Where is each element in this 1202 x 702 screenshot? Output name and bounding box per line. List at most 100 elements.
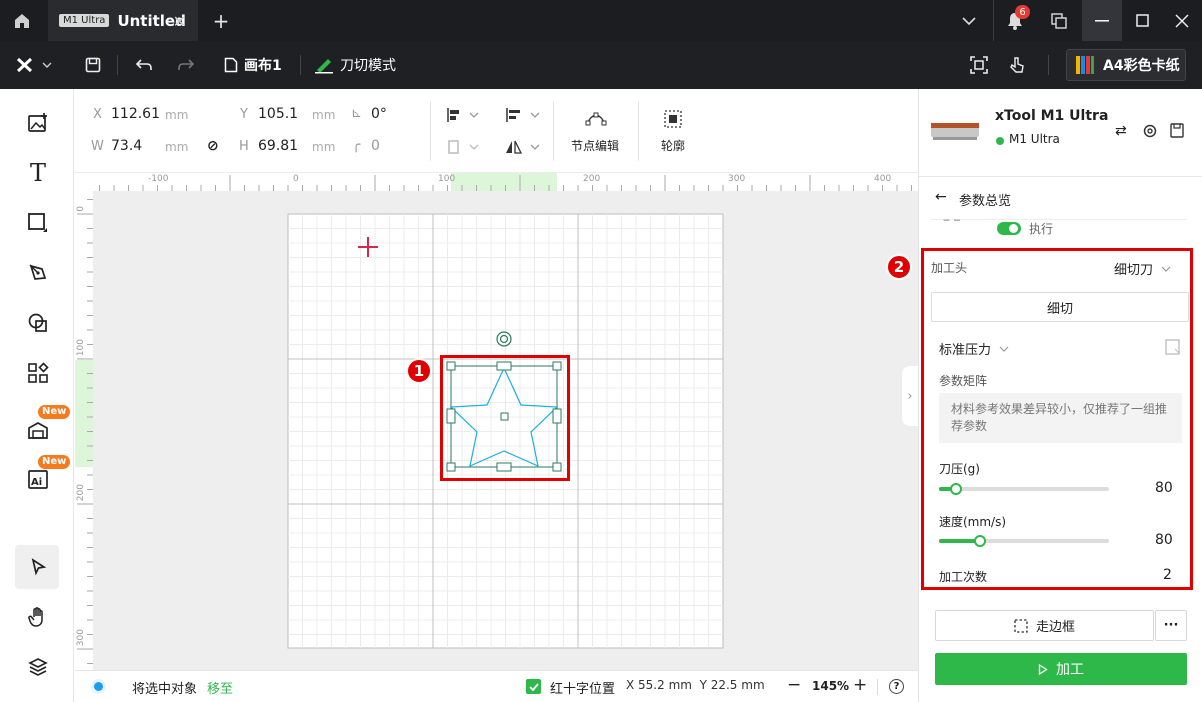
material-label: A4彩色卡纸 xyxy=(1103,58,1180,74)
arrange-dropdown[interactable] xyxy=(443,137,483,157)
distribute-dropdown[interactable] xyxy=(503,105,543,125)
lock-ratio-icon[interactable]: ⊘ xyxy=(207,138,219,154)
outline-icon[interactable] xyxy=(661,109,685,129)
outline-label[interactable]: 轮廓 xyxy=(661,137,685,154)
crosshair-label: 红十字位置 xyxy=(550,682,616,697)
panel-collapse-handle[interactable]: › xyxy=(902,366,918,426)
flip-dropdown[interactable] xyxy=(503,137,543,157)
node-edit-icon[interactable] xyxy=(584,109,608,129)
material-swatch-icon xyxy=(1076,56,1094,74)
cursor-pointer-icon[interactable] xyxy=(1007,54,1029,76)
frame-label: 走边框 xyxy=(1035,620,1075,635)
material-selector[interactable]: A4彩色卡纸 xyxy=(1066,49,1186,81)
svg-text:Ai: Ai xyxy=(31,477,42,488)
node-edit-label[interactable]: 节点编辑 xyxy=(571,137,619,154)
w-label: W xyxy=(91,139,104,154)
minimize-button[interactable] xyxy=(1082,0,1122,41)
frame-button[interactable]: 走边框 xyxy=(935,610,1154,641)
switch-device-icon[interactable]: ⇄ xyxy=(1115,123,1127,139)
back-arrow-icon[interactable]: ← xyxy=(935,189,947,205)
document-icon xyxy=(224,57,238,73)
ruler-tick-label: 100 xyxy=(438,174,456,184)
property-bar: X 112.61 mm Y 105.1 mm ⊾ 0° W 73.4 mm ⊘ … xyxy=(75,89,918,173)
x-input[interactable]: 112.61 xyxy=(111,106,160,122)
callout-highlight-1 xyxy=(440,355,570,481)
maximize-button[interactable] xyxy=(1122,0,1162,41)
h-unit: mm xyxy=(312,140,336,154)
ruler-tick-label: 200 xyxy=(583,174,601,184)
shape-tool-icon[interactable] xyxy=(24,209,52,237)
frame-icon xyxy=(1014,618,1028,633)
rotate-input[interactable]: 0° xyxy=(371,106,387,122)
chevron-down-icon[interactable] xyxy=(958,11,980,31)
new-tab-icon[interactable]: + xyxy=(210,9,232,33)
move-to-link[interactable]: 移至 xyxy=(207,678,233,697)
h-input[interactable]: 69.81 xyxy=(258,138,298,154)
project-library-icon[interactable] xyxy=(24,417,52,445)
image-tool-icon[interactable] xyxy=(24,109,52,137)
zoom-out-icon[interactable]: − xyxy=(787,675,801,695)
play-icon xyxy=(1038,663,1048,675)
canvas-selector[interactable]: 画布1 xyxy=(224,55,282,75)
execute-toggle[interactable] xyxy=(997,222,1021,235)
device-model: M1 Ultra xyxy=(1009,132,1060,146)
xtool-logo-menu[interactable] xyxy=(14,55,54,75)
title-bar: M1 Ultra Untitled ✕ + 6 xyxy=(0,0,1202,41)
w-unit: mm xyxy=(165,140,189,154)
select-arrow-icon[interactable] xyxy=(24,553,52,581)
mode-label: 刀切模式 xyxy=(340,58,396,74)
help-icon[interactable]: ? xyxy=(889,679,904,694)
home-icon[interactable] xyxy=(12,11,32,31)
export-icon[interactable] xyxy=(1170,123,1184,138)
move-target-icon xyxy=(91,679,106,694)
windows-icon[interactable] xyxy=(1048,10,1070,32)
settings-gear-icon[interactable] xyxy=(1143,124,1157,138)
more-options-button[interactable]: ··· xyxy=(1155,610,1187,641)
ruler-tick-label: 300 xyxy=(76,629,86,647)
execute-label: 执行 xyxy=(1029,222,1054,236)
callout-badge-1: 1 xyxy=(406,358,432,384)
layer-dash: ‒ ‒ xyxy=(943,213,961,226)
process-button[interactable]: 加工 xyxy=(935,653,1187,685)
text-tool-icon[interactable]: T xyxy=(24,159,52,187)
mode-selector[interactable]: 刀切模式 xyxy=(314,55,396,75)
align-left-dropdown[interactable] xyxy=(443,105,483,125)
callout-badge-2: 2 xyxy=(886,254,912,280)
close-window-button[interactable] xyxy=(1162,0,1202,41)
rotate-icon: ⊾ xyxy=(351,106,362,121)
document-tab[interactable]: M1 Ultra Untitled ✕ xyxy=(48,0,198,41)
ruler-tick-label: 200 xyxy=(76,484,86,502)
zoom-level[interactable]: 145% xyxy=(812,679,849,693)
redo-icon[interactable] xyxy=(175,54,197,76)
save-icon[interactable] xyxy=(82,54,104,76)
ruler-tick-label: -100 xyxy=(148,174,169,184)
callout-highlight-2 xyxy=(921,248,1193,590)
ruler-tick-label: 400 xyxy=(874,174,892,184)
device-name: xTool M1 Ultra xyxy=(995,108,1109,124)
pen-tool-icon[interactable] xyxy=(24,259,52,287)
hand-pan-icon[interactable] xyxy=(24,603,52,631)
layers-icon[interactable] xyxy=(24,653,52,681)
device-badge: M1 Ultra xyxy=(59,14,110,27)
cursor-coords: X 55.2 mm Y 22.5 mm xyxy=(626,678,765,692)
canvas-name: 画布1 xyxy=(244,58,282,74)
notification-badge: 6 xyxy=(1015,5,1030,19)
elements-library-icon[interactable] xyxy=(24,359,52,387)
zoom-in-icon[interactable]: + xyxy=(853,675,867,695)
w-input[interactable]: 73.4 xyxy=(111,138,142,154)
y-input[interactable]: 105.1 xyxy=(258,106,298,122)
close-tab-icon[interactable]: ✕ xyxy=(173,12,186,31)
crosshair-checkbox[interactable] xyxy=(526,679,541,694)
ruler-tick-label: 0 xyxy=(293,174,299,184)
ruler-tick-label: 300 xyxy=(728,174,746,184)
boolean-shape-icon[interactable] xyxy=(24,309,52,337)
process-label: 加工 xyxy=(1056,662,1084,678)
y-label: Y xyxy=(240,107,248,122)
panel-title: 参数总览 xyxy=(959,194,1012,209)
x-label: X xyxy=(93,107,102,122)
camera-frame-icon[interactable] xyxy=(968,54,990,76)
ruler-tick-label: 100 xyxy=(76,339,86,357)
ai-image-icon[interactable]: Ai xyxy=(24,465,52,493)
undo-icon[interactable] xyxy=(133,54,155,76)
corner-radius-input[interactable]: 0 xyxy=(371,138,380,154)
